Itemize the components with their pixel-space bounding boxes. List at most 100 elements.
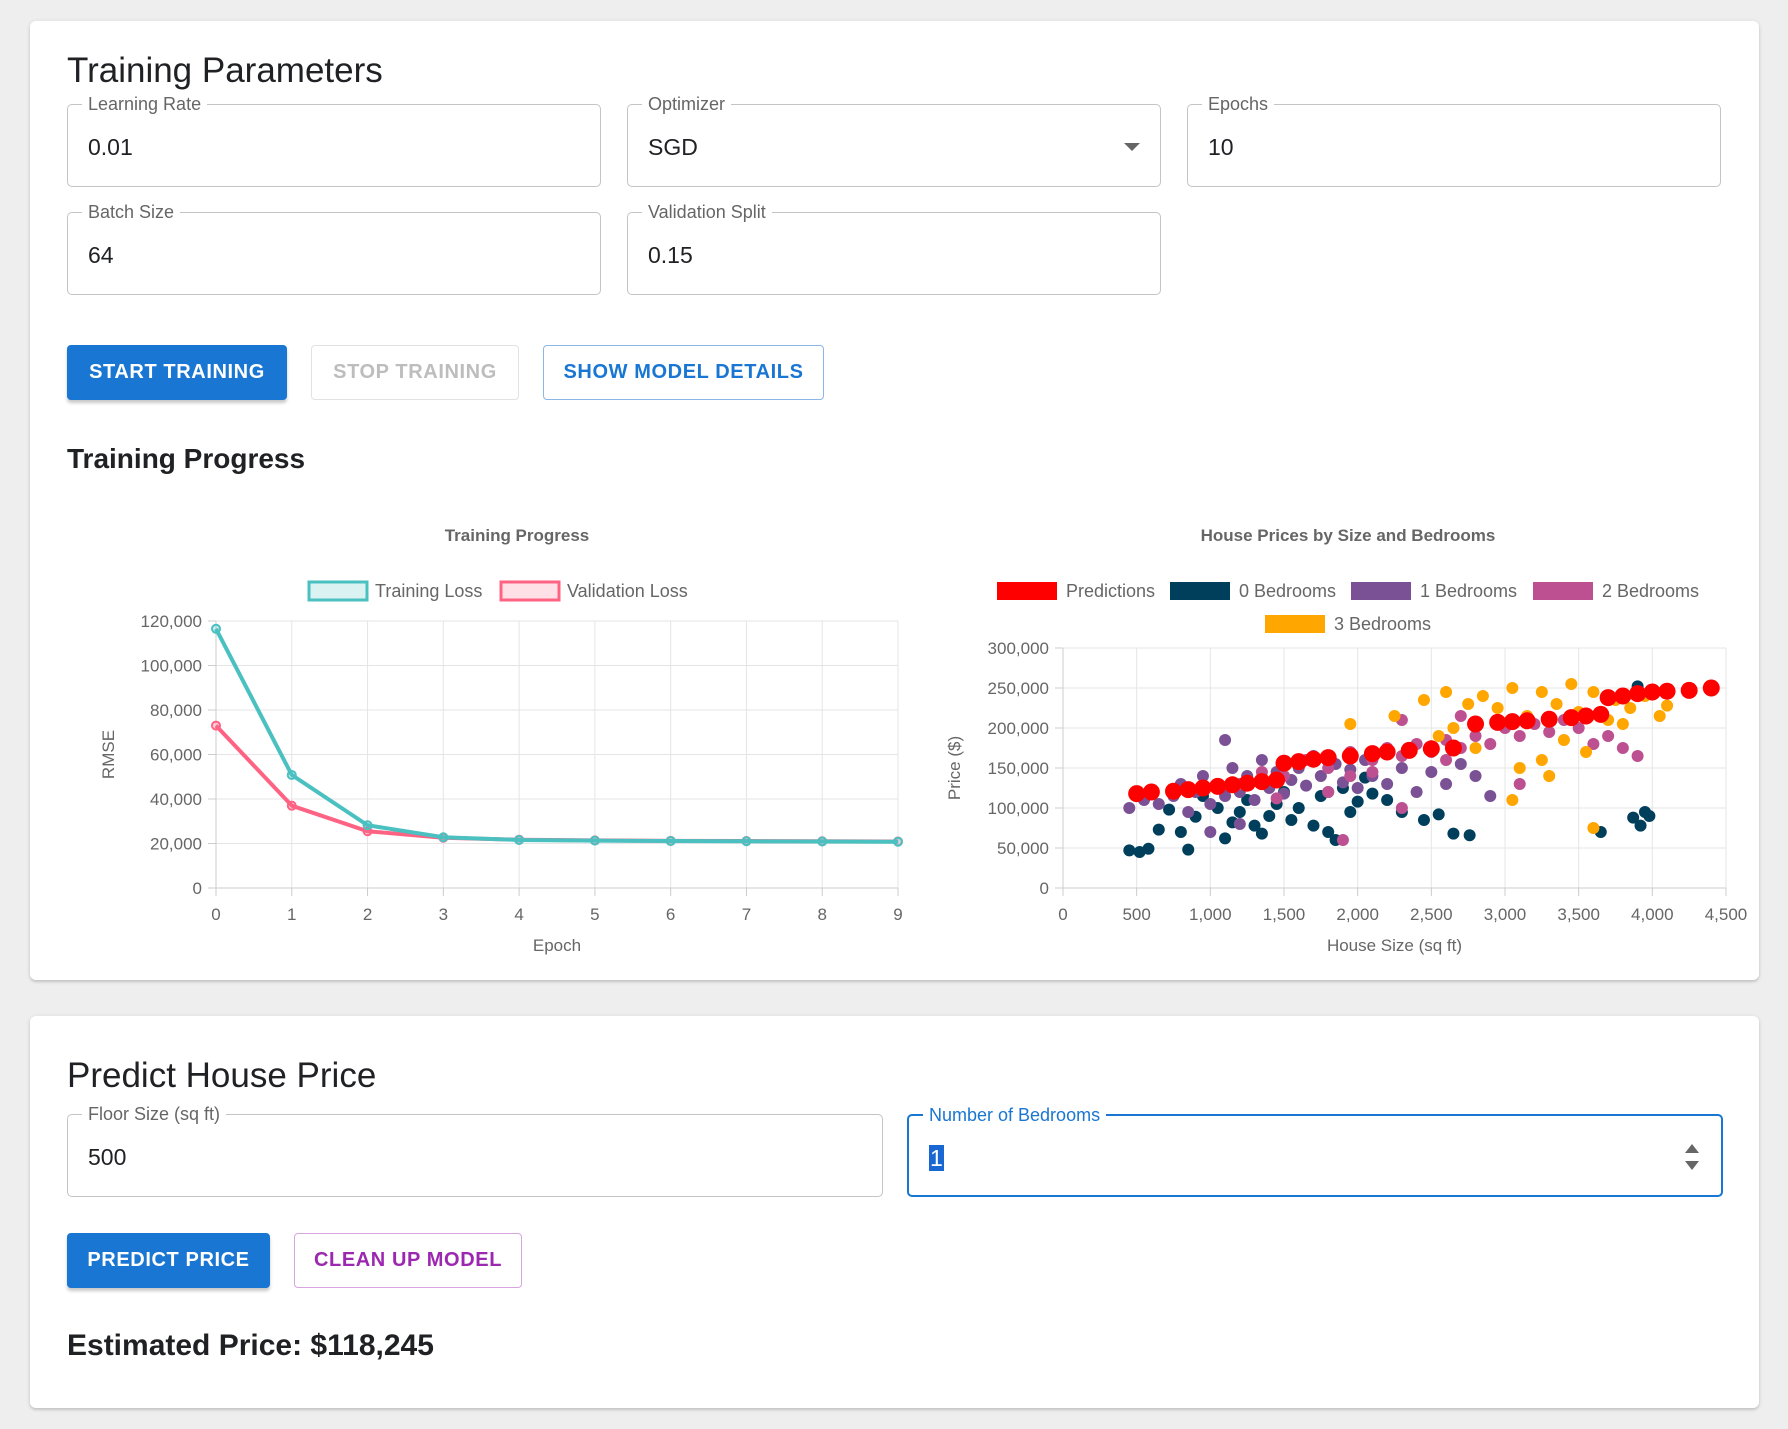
- validation-split-field[interactable]: Validation Split 0.15: [627, 201, 1161, 295]
- data-point: [1540, 710, 1558, 728]
- data-point: [1543, 770, 1556, 782]
- legend-swatch: [997, 582, 1057, 600]
- bedrooms-value: 1: [929, 1145, 944, 1171]
- x-axis-label: Epoch: [533, 936, 581, 955]
- data-point: [1653, 710, 1666, 722]
- predict-card: Predict House Price Floor Size (sq ft) 5…: [30, 1016, 1759, 1408]
- data-point: [1351, 795, 1364, 808]
- data-point: [1290, 753, 1308, 771]
- data-point: [1513, 762, 1526, 774]
- data-point: [1344, 770, 1357, 782]
- legend-label: Predictions: [1066, 581, 1155, 601]
- start-training-button[interactable]: Start Training: [67, 345, 287, 400]
- data-point: [1336, 834, 1349, 846]
- data-point: [1491, 702, 1504, 714]
- data-point: [1209, 777, 1227, 795]
- data-point: [1432, 808, 1445, 821]
- data-point: [211, 720, 221, 731]
- data-point: [1444, 739, 1462, 757]
- floor-size-label: Floor Size (sq ft): [82, 1103, 227, 1125]
- chevron-down-icon[interactable]: [1124, 143, 1140, 151]
- data-point: [1543, 726, 1556, 738]
- legend-swatch: [1265, 615, 1325, 633]
- data-point: [1587, 822, 1600, 834]
- x-axis-label: House Size (sq ft): [1327, 936, 1462, 955]
- x-tick-label: 4,000: [1631, 905, 1674, 924]
- data-point: [1454, 710, 1467, 722]
- data-point: [438, 832, 449, 843]
- data-point: [1440, 686, 1453, 698]
- data-point: [514, 834, 525, 845]
- show-model-details-button[interactable]: Show Model Details: [543, 345, 824, 400]
- data-point: [1400, 741, 1418, 759]
- data-point: [1557, 734, 1570, 746]
- data-point: [1226, 762, 1239, 774]
- x-tick-label: 2,500: [1410, 905, 1453, 924]
- data-point: [1447, 827, 1460, 840]
- data-point: [211, 623, 221, 634]
- data-point: [1223, 776, 1241, 794]
- y-tick-label: 40,000: [150, 790, 202, 809]
- data-point: [1602, 730, 1615, 742]
- clean-up-model-button[interactable]: Clean Up Model: [294, 1233, 522, 1288]
- data-point: [1616, 742, 1629, 754]
- series-line-training-loss: [214, 627, 899, 844]
- data-point: [1268, 771, 1286, 789]
- data-point: [1123, 844, 1136, 857]
- floor-size-field[interactable]: Floor Size (sq ft) 500: [67, 1103, 883, 1197]
- data-point: [1182, 843, 1195, 856]
- data-point: [1344, 718, 1357, 730]
- legend-swatch: [1533, 582, 1593, 600]
- predict-house-price-title: Predict House Price: [67, 1056, 377, 1095]
- stop-training-button[interactable]: Stop Training: [311, 345, 519, 400]
- legend-label: 2 Bedrooms: [1602, 581, 1699, 601]
- data-point: [1142, 842, 1155, 855]
- data-point: [1702, 679, 1720, 697]
- y-tick-label: 0: [193, 879, 202, 898]
- optimizer-select[interactable]: Optimizer SGD: [627, 93, 1161, 187]
- batch-size-value: 64: [88, 242, 114, 268]
- data-point: [1634, 819, 1647, 832]
- bedrooms-field[interactable]: Number of Bedrooms 1: [907, 1104, 1723, 1197]
- data-point: [1565, 678, 1578, 690]
- batch-size-field[interactable]: Batch Size 64: [67, 201, 601, 295]
- data-point: [1395, 802, 1408, 814]
- data-point: [1658, 682, 1676, 700]
- data-point: [1219, 734, 1232, 746]
- data-point: [1233, 806, 1246, 818]
- legend-label: Validation Loss: [567, 581, 688, 601]
- y-tick-label: 60,000: [150, 746, 202, 765]
- y-tick-label: 150,000: [988, 759, 1049, 778]
- data-point: [1275, 754, 1293, 772]
- data-point: [1395, 762, 1408, 774]
- data-point: [1233, 818, 1246, 830]
- x-tick-label: 1: [287, 905, 296, 924]
- data-point: [1422, 740, 1440, 758]
- y-tick-label: 120,000: [141, 612, 202, 631]
- data-point: [1513, 778, 1526, 790]
- data-point: [1285, 814, 1298, 826]
- data-point: [1123, 802, 1136, 814]
- data-point: [1462, 698, 1475, 710]
- stepper-icon[interactable]: [1685, 1144, 1699, 1170]
- data-point: [1381, 794, 1394, 806]
- data-point: [1467, 715, 1485, 733]
- data-point: [1550, 698, 1563, 710]
- data-point: [1238, 774, 1256, 792]
- data-point: [1518, 712, 1536, 730]
- data-point: [1165, 782, 1182, 800]
- x-tick-label: 3: [439, 905, 448, 924]
- learning-rate-field[interactable]: Learning Rate 0.01: [67, 93, 601, 187]
- data-point: [1163, 803, 1176, 816]
- data-point: [1248, 794, 1261, 806]
- epochs-field[interactable]: Epochs 10: [1187, 93, 1721, 187]
- x-tick-label: 6: [666, 905, 675, 924]
- data-point: [1179, 781, 1197, 799]
- data-point: [1580, 746, 1593, 758]
- y-axis-label: Price ($): [945, 736, 964, 800]
- data-point: [1417, 694, 1430, 706]
- x-tick-label: 3,000: [1484, 905, 1527, 924]
- predict-price-button[interactable]: Predict Price: [67, 1233, 270, 1288]
- x-tick-label: 2,000: [1336, 905, 1379, 924]
- data-point: [1322, 786, 1335, 798]
